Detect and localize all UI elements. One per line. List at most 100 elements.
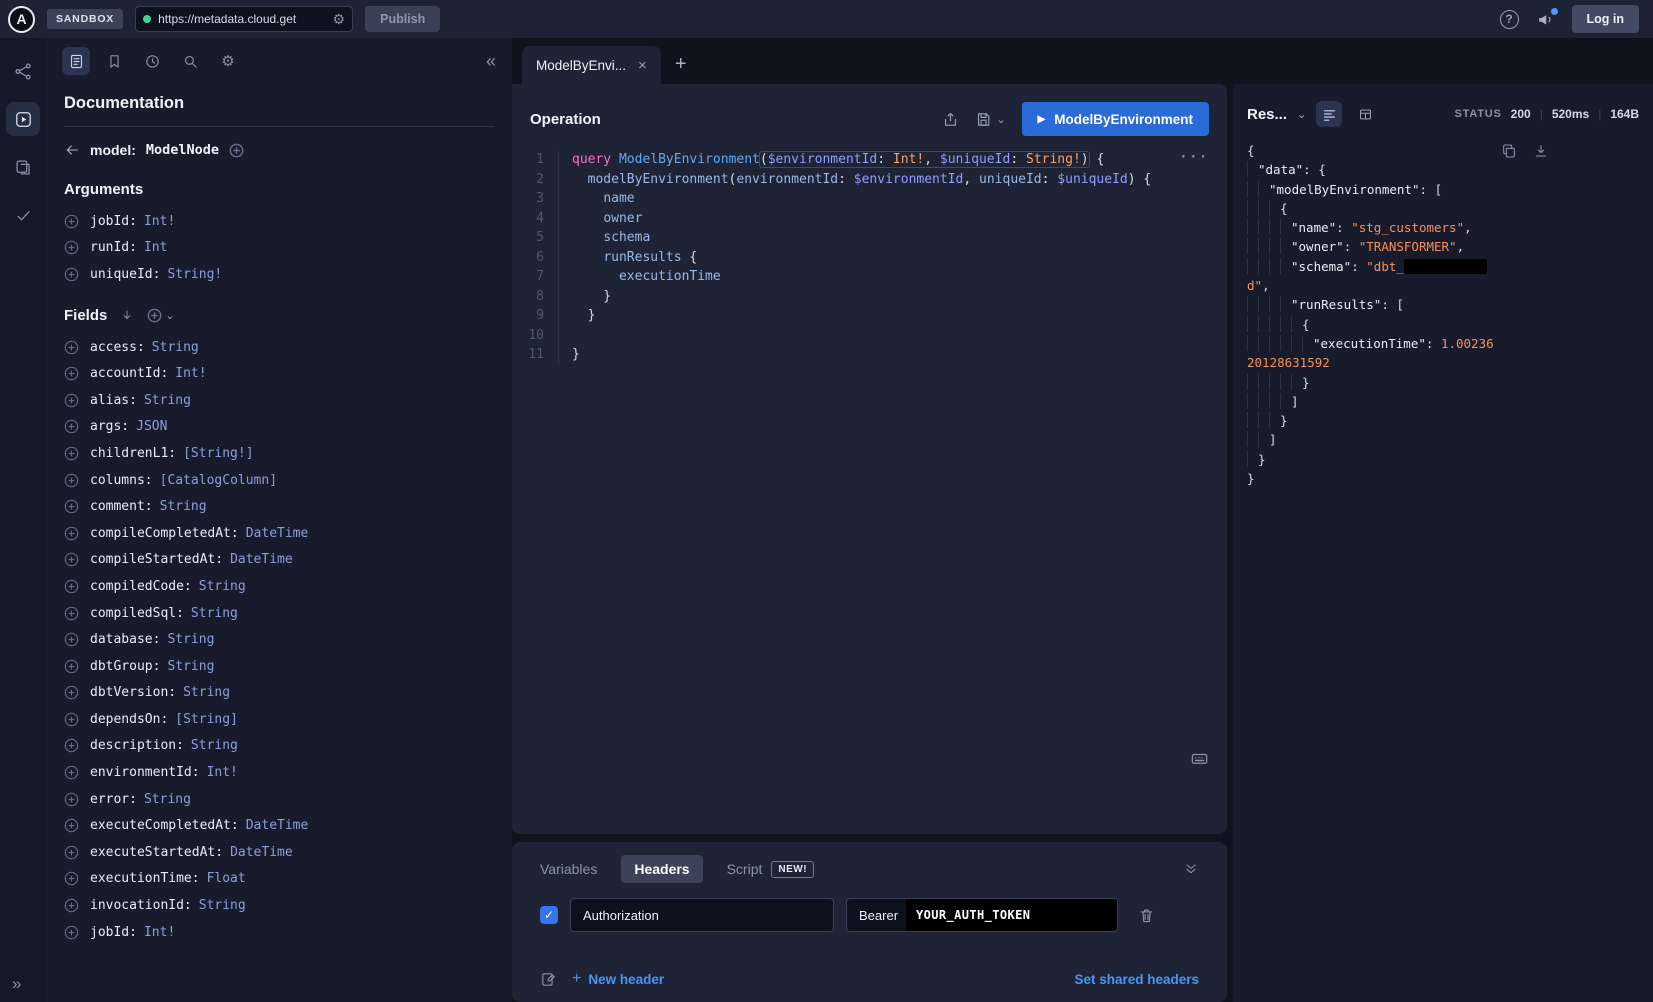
code-line-content[interactable]: } bbox=[558, 306, 1227, 326]
field-row[interactable]: args:JSON bbox=[64, 414, 494, 441]
add-field-icon[interactable] bbox=[64, 606, 79, 621]
field-type[interactable]: DateTime bbox=[246, 526, 309, 541]
add-field-icon[interactable] bbox=[64, 792, 79, 807]
field-row[interactable]: executionTime:Float bbox=[64, 866, 494, 893]
code-line[interactable]: 8 } bbox=[512, 287, 1227, 307]
field-row[interactable]: access:String bbox=[64, 334, 494, 361]
field-type[interactable]: [String!] bbox=[183, 446, 253, 461]
code-line-content[interactable]: owner bbox=[558, 209, 1227, 229]
code-line[interactable]: 11} bbox=[512, 345, 1227, 365]
field-type[interactable]: String bbox=[144, 792, 191, 807]
field-type[interactable]: DateTime bbox=[230, 552, 293, 567]
field-type[interactable]: DateTime bbox=[246, 818, 309, 833]
field-row[interactable]: jobId:Int! bbox=[64, 919, 494, 946]
code-line-content[interactable]: } bbox=[558, 345, 1227, 365]
code-line-content[interactable]: schema bbox=[558, 228, 1227, 248]
field-type[interactable]: String bbox=[191, 606, 238, 621]
add-field-icon[interactable] bbox=[64, 214, 79, 229]
field-row[interactable]: accountId:Int! bbox=[64, 360, 494, 387]
add-all-fields-icon[interactable] bbox=[147, 308, 162, 323]
add-field-icon[interactable] bbox=[64, 712, 79, 727]
add-field-icon[interactable] bbox=[64, 267, 79, 282]
editor-menu-icon[interactable]: ··· bbox=[1180, 148, 1209, 168]
table-view-icon[interactable] bbox=[1352, 101, 1378, 127]
field-row[interactable]: database:String bbox=[64, 626, 494, 653]
auth-token-value[interactable]: YOUR_AUTH_TOKEN bbox=[906, 899, 1117, 931]
add-field-icon[interactable] bbox=[64, 632, 79, 647]
save-operation-group[interactable]: ⌄ bbox=[975, 111, 1005, 128]
add-field-icon[interactable] bbox=[64, 240, 79, 255]
checks-icon[interactable] bbox=[6, 198, 40, 232]
schema-icon[interactable] bbox=[6, 54, 40, 88]
code-line[interactable]: 6 runResults { bbox=[512, 248, 1227, 268]
edit-headers-icon[interactable] bbox=[540, 971, 557, 988]
code-line-content[interactable] bbox=[558, 326, 1227, 346]
add-fields-chevron-icon[interactable]: ⌄ bbox=[165, 309, 174, 322]
keyboard-shortcuts-icon[interactable] bbox=[1190, 749, 1209, 768]
bookmarks-icon[interactable] bbox=[100, 47, 128, 75]
code-line[interactable]: 5 schema bbox=[512, 228, 1227, 248]
add-field-icon[interactable] bbox=[64, 419, 79, 434]
share-operation-icon[interactable] bbox=[942, 111, 959, 128]
tab-headers[interactable]: Headers bbox=[621, 855, 702, 883]
field-type[interactable]: String bbox=[152, 340, 199, 355]
endpoint-settings-icon[interactable]: ⚙ bbox=[333, 12, 346, 26]
settings-icon[interactable]: ⚙ bbox=[214, 47, 242, 75]
field-type[interactable]: String bbox=[191, 738, 238, 753]
explorer-icon[interactable] bbox=[6, 102, 40, 136]
operation-tab[interactable]: ModelByEnvi... × bbox=[522, 46, 661, 84]
collapse-panel-icon[interactable] bbox=[1183, 861, 1199, 877]
field-row[interactable]: comment:String bbox=[64, 493, 494, 520]
sort-fields-icon[interactable] bbox=[120, 308, 134, 322]
field-type[interactable]: Int! bbox=[144, 925, 175, 940]
field-row[interactable]: alias:String bbox=[64, 387, 494, 414]
history-icon[interactable] bbox=[138, 47, 166, 75]
search-icon[interactable] bbox=[176, 47, 204, 75]
add-field-icon[interactable] bbox=[64, 659, 79, 674]
publish-button[interactable]: Publish bbox=[365, 6, 440, 32]
collapse-docs-icon[interactable]: « bbox=[486, 51, 496, 72]
code-line[interactable]: 10 bbox=[512, 326, 1227, 346]
code-line[interactable]: 3 name bbox=[512, 189, 1227, 209]
code-line[interactable]: 7 executionTime bbox=[512, 267, 1227, 287]
field-type[interactable]: [CatalogColumn] bbox=[160, 473, 277, 488]
add-type-icon[interactable] bbox=[229, 143, 244, 158]
query-editor[interactable]: 1query ModelByEnvironment($environmentId… bbox=[512, 148, 1227, 834]
code-line[interactable]: 9 } bbox=[512, 306, 1227, 326]
header-enabled-checkbox[interactable]: ✓ bbox=[540, 906, 558, 924]
field-type[interactable]: Float bbox=[207, 871, 246, 886]
add-field-icon[interactable] bbox=[64, 738, 79, 753]
announcements-icon[interactable] bbox=[1537, 11, 1554, 28]
tab-script[interactable]: Script NEW! bbox=[727, 861, 814, 878]
add-field-icon[interactable] bbox=[64, 845, 79, 860]
code-line[interactable]: 1query ModelByEnvironment($environmentId… bbox=[512, 150, 1227, 170]
download-response-icon[interactable] bbox=[1533, 143, 1549, 159]
field-row[interactable]: childrenL1:[String!] bbox=[64, 440, 494, 467]
field-row[interactable]: compiledSql:String bbox=[64, 600, 494, 627]
add-field-icon[interactable] bbox=[64, 871, 79, 886]
field-row[interactable]: jobId:Int! bbox=[64, 208, 494, 235]
field-type[interactable]: String bbox=[167, 659, 214, 674]
field-row[interactable]: description:String bbox=[64, 733, 494, 760]
field-type[interactable]: String bbox=[144, 393, 191, 408]
copy-response-icon[interactable] bbox=[1501, 143, 1517, 159]
field-row[interactable]: dbtGroup:String bbox=[64, 653, 494, 680]
add-field-icon[interactable] bbox=[64, 526, 79, 541]
code-line-content[interactable]: } bbox=[558, 287, 1227, 307]
raw-view-icon[interactable] bbox=[1316, 101, 1342, 127]
code-line-content[interactable]: modelByEnvironment(environmentId: $envir… bbox=[558, 170, 1227, 190]
field-type[interactable]: Int bbox=[144, 240, 167, 255]
add-field-icon[interactable] bbox=[64, 765, 79, 780]
login-button[interactable]: Log in bbox=[1572, 5, 1640, 33]
add-field-icon[interactable] bbox=[64, 925, 79, 940]
field-type[interactable]: String bbox=[199, 579, 246, 594]
header-value-field[interactable]: Bearer YOUR_AUTH_TOKEN bbox=[846, 898, 1118, 932]
code-line[interactable]: 2 modelByEnvironment(environmentId: $env… bbox=[512, 170, 1227, 190]
add-field-icon[interactable] bbox=[64, 446, 79, 461]
field-row[interactable]: columns:[CatalogColumn] bbox=[64, 467, 494, 494]
expand-rail-icon[interactable]: » bbox=[12, 974, 21, 994]
code-line[interactable]: 4 owner bbox=[512, 209, 1227, 229]
field-row[interactable]: invocationId:String bbox=[64, 892, 494, 919]
add-field-icon[interactable] bbox=[64, 499, 79, 514]
code-line-content[interactable]: runResults { bbox=[558, 248, 1227, 268]
